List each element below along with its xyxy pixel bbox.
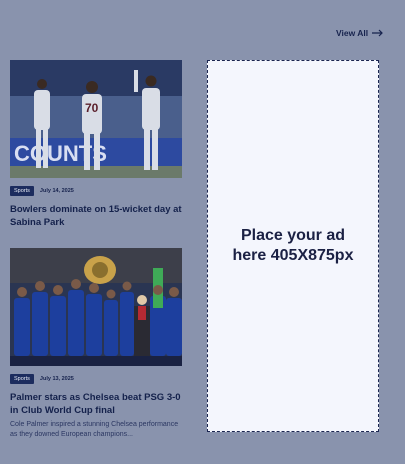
view-all-link[interactable]: View All bbox=[336, 28, 384, 38]
article-excerpt: Cole Palmer inspired a stunning Chelsea … bbox=[10, 421, 179, 438]
article-title[interactable]: Palmer stars as Chelsea beat PSG 3-0 in … bbox=[10, 391, 182, 417]
category-tag[interactable]: Sports bbox=[10, 374, 34, 384]
article-title[interactable]: Bowlers dominate on 15-wicket day at Sab… bbox=[10, 203, 182, 229]
article-card[interactable]: Sports July 13, 2025 Palmer stars as Che… bbox=[10, 248, 182, 440]
ad-text: Place your ad here 405X875px bbox=[232, 227, 354, 264]
article-image-chelsea[interactable] bbox=[10, 248, 182, 366]
view-all-label: View All bbox=[336, 28, 369, 38]
image-banner-text: COUNTS bbox=[14, 141, 107, 166]
article-card[interactable]: COUNTS 70 Sports July 14, 2025 Bowlers d… bbox=[10, 60, 182, 229]
category-tag[interactable]: Sports bbox=[10, 186, 34, 196]
article-date: July 13, 2025 bbox=[39, 376, 74, 382]
ad-placeholder[interactable]: Place your ad here 405X875px bbox=[207, 60, 379, 432]
article-date: July 14, 2025 bbox=[39, 188, 74, 194]
article-image-cricket[interactable]: COUNTS 70 bbox=[10, 60, 182, 178]
arrow-right-icon bbox=[372, 29, 384, 37]
jersey-number-text: 70 bbox=[85, 101, 99, 115]
